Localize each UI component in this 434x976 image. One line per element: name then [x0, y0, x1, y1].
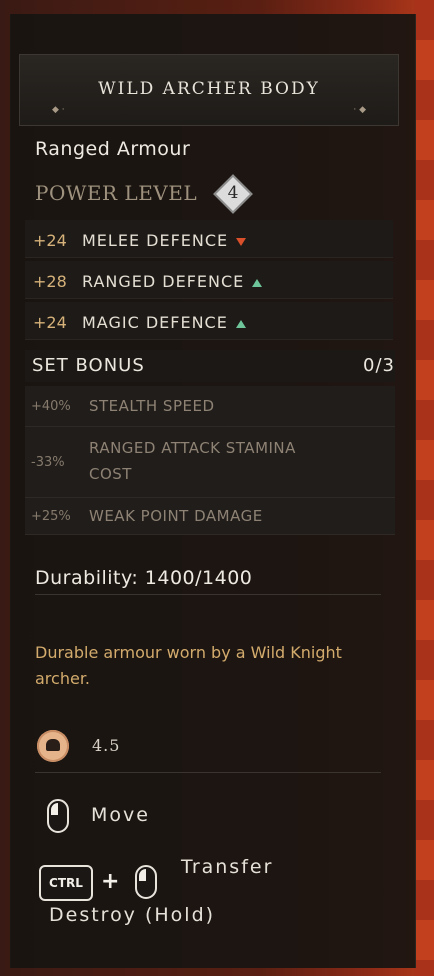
stat-row-ranged: +28 RANGED DEFENCE [25, 261, 393, 299]
stat-name-text: MELEE DEFENCE [82, 231, 229, 250]
divider [35, 772, 381, 773]
weight-icon [37, 730, 69, 762]
arrow-up-icon [235, 319, 246, 328]
power-level-badge: 4 [213, 174, 253, 214]
arrow-down-icon [236, 237, 247, 246]
stat-value: +28 [33, 272, 67, 291]
ctrl-key-icon: CTRL [39, 865, 93, 901]
divider [35, 594, 381, 595]
destroy-action[interactable]: Destroy (Hold) [49, 904, 215, 926]
stat-name: RANGED DEFENCE [82, 272, 263, 291]
left-mouse-button-icon [135, 865, 157, 899]
bonus-name: STEALTH SPEED [89, 397, 215, 415]
bonus-value: -33% [31, 455, 65, 470]
set-bonus-count: 0/3 [363, 355, 395, 376]
bonus-value: +40% [31, 399, 71, 414]
set-bonus-item: +25% WEAK POINT DAMAGE [25, 498, 395, 535]
item-title: WILD ARCHER BODY [98, 79, 320, 99]
move-action[interactable]: Move [91, 804, 150, 826]
durability-text: Durability: 1400/1400 [35, 567, 253, 589]
item-tooltip-panel: WILD ARCHER BODY ◆ · · ◆ Ranged Armour P… [10, 14, 416, 968]
title-banner: WILD ARCHER BODY ◆ · · ◆ [19, 54, 399, 126]
stat-value: +24 [33, 313, 67, 332]
power-level-value: 4 [227, 183, 239, 203]
background-edge [414, 0, 434, 976]
left-mouse-button-icon [47, 799, 69, 833]
stat-name-text: MAGIC DEFENCE [82, 313, 228, 332]
set-bonus-header: SET BONUS 0/3 [25, 350, 395, 382]
stat-row-melee: +24 MELEE DEFENCE [25, 220, 393, 258]
stat-name: MELEE DEFENCE [82, 231, 247, 250]
stat-value: +24 [33, 231, 67, 250]
transfer-action[interactable]: Transfer [181, 856, 273, 878]
ctrl-key-label: CTRL [49, 876, 83, 890]
weight-value: 4.5 [92, 736, 121, 755]
plus-sign: + [101, 869, 120, 894]
bonus-value: +25% [31, 509, 71, 524]
item-type: Ranged Armour [35, 138, 191, 160]
stat-name: MAGIC DEFENCE [82, 313, 246, 332]
item-description: Durable armour worn by a Wild Knight arc… [35, 643, 342, 688]
bonus-name: RANGED ATTACK STAMINA COST [89, 439, 296, 483]
ornament-left-icon: ◆ · [52, 105, 65, 115]
ornament-right-icon: · ◆ [353, 105, 366, 115]
arrow-up-icon [252, 278, 263, 287]
set-bonus-label: SET BONUS [32, 355, 145, 376]
set-bonus-item: -33% RANGED ATTACK STAMINA COST [25, 427, 395, 498]
power-level-label: POWER LEVEL [35, 181, 198, 205]
set-bonus-item: +40% STEALTH SPEED [25, 386, 395, 427]
stat-name-text: RANGED DEFENCE [82, 272, 245, 291]
stat-row-magic: +24 MAGIC DEFENCE [25, 302, 393, 340]
bonus-name: WEAK POINT DAMAGE [89, 507, 263, 525]
